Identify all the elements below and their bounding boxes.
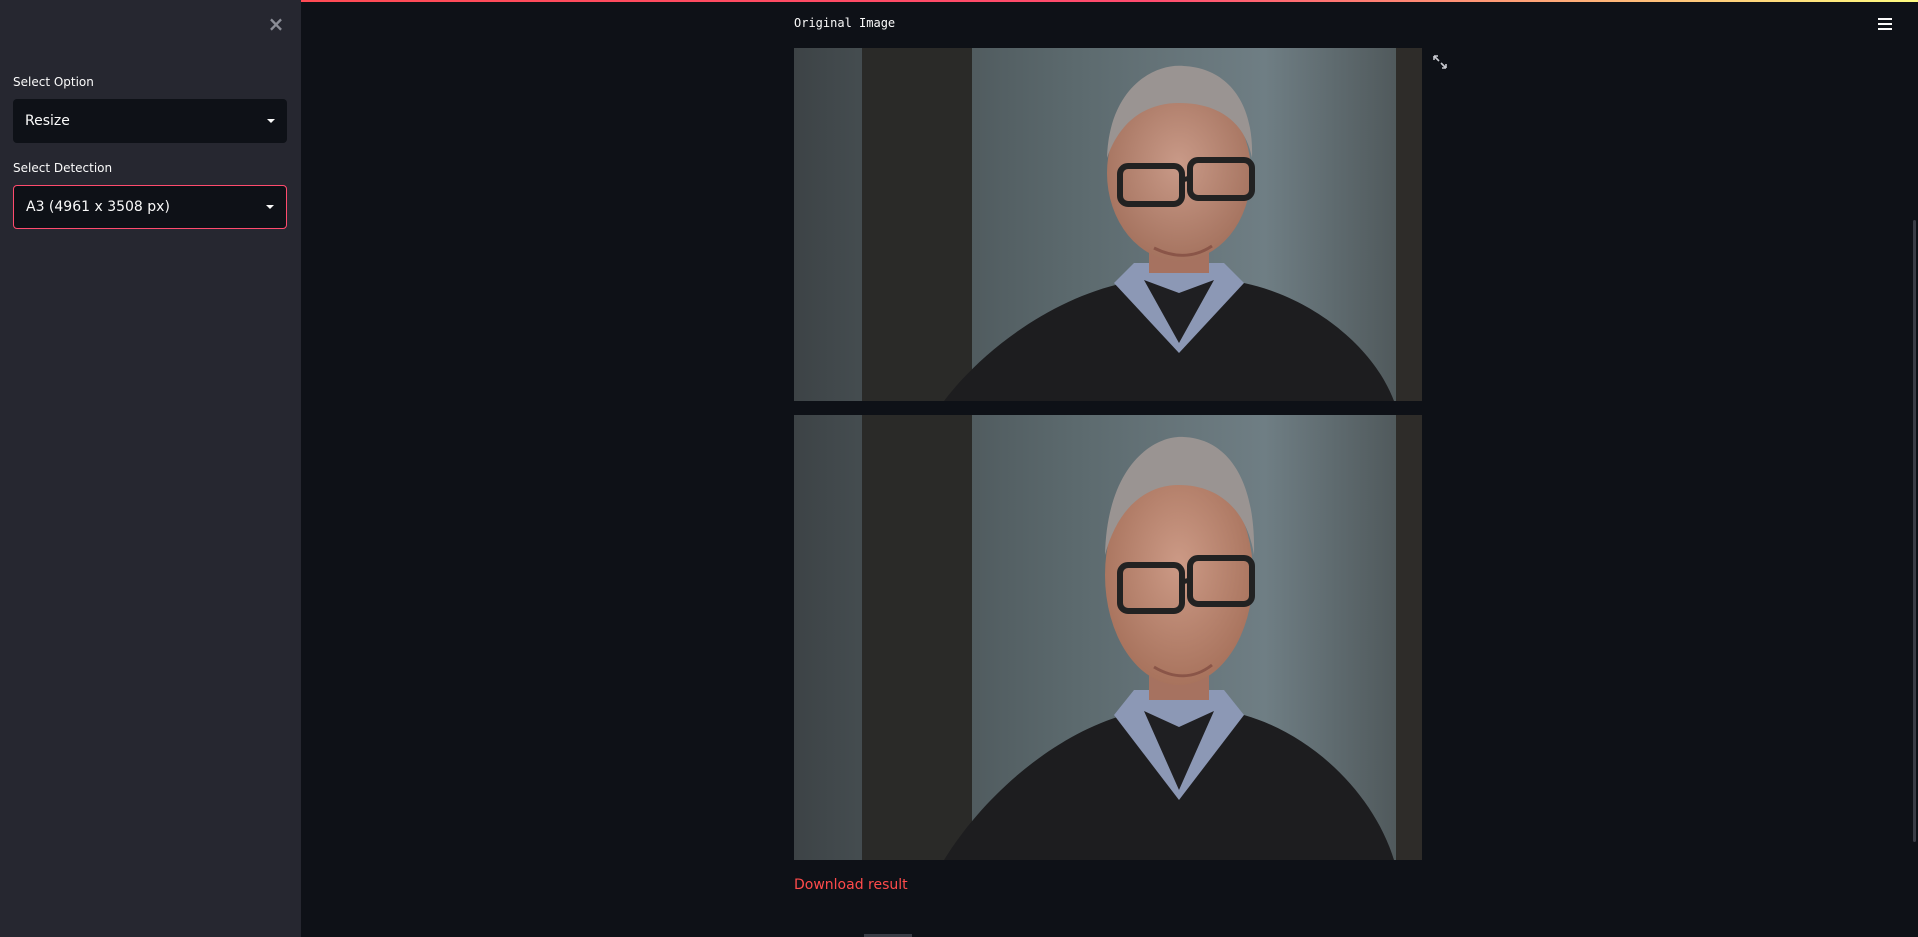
close-icon[interactable]: × [266, 12, 286, 36]
scrollbar[interactable] [1913, 220, 1916, 842]
hamburger-menu-icon[interactable] [1878, 18, 1892, 30]
select-option-dropdown[interactable]: Resize [13, 99, 287, 143]
expand-icon[interactable] [1432, 54, 1448, 70]
original-image [794, 48, 1422, 401]
sidebar: × Select Option Resize Select Detection … [0, 0, 301, 937]
chevron-down-icon [267, 119, 275, 123]
download-result-link[interactable]: Download result [794, 877, 908, 893]
chevron-down-icon [266, 205, 274, 209]
select-option-value: Resize [25, 113, 70, 129]
select-detection-value: A3 (4961 x 3508 px) [26, 199, 170, 215]
select-detection-dropdown[interactable]: A3 (4961 x 3508 px) [13, 185, 287, 229]
result-image [794, 415, 1422, 860]
select-option-label: Select Option [13, 75, 94, 89]
page-title: Original Image [794, 16, 896, 30]
select-detection-label: Select Detection [13, 161, 113, 175]
